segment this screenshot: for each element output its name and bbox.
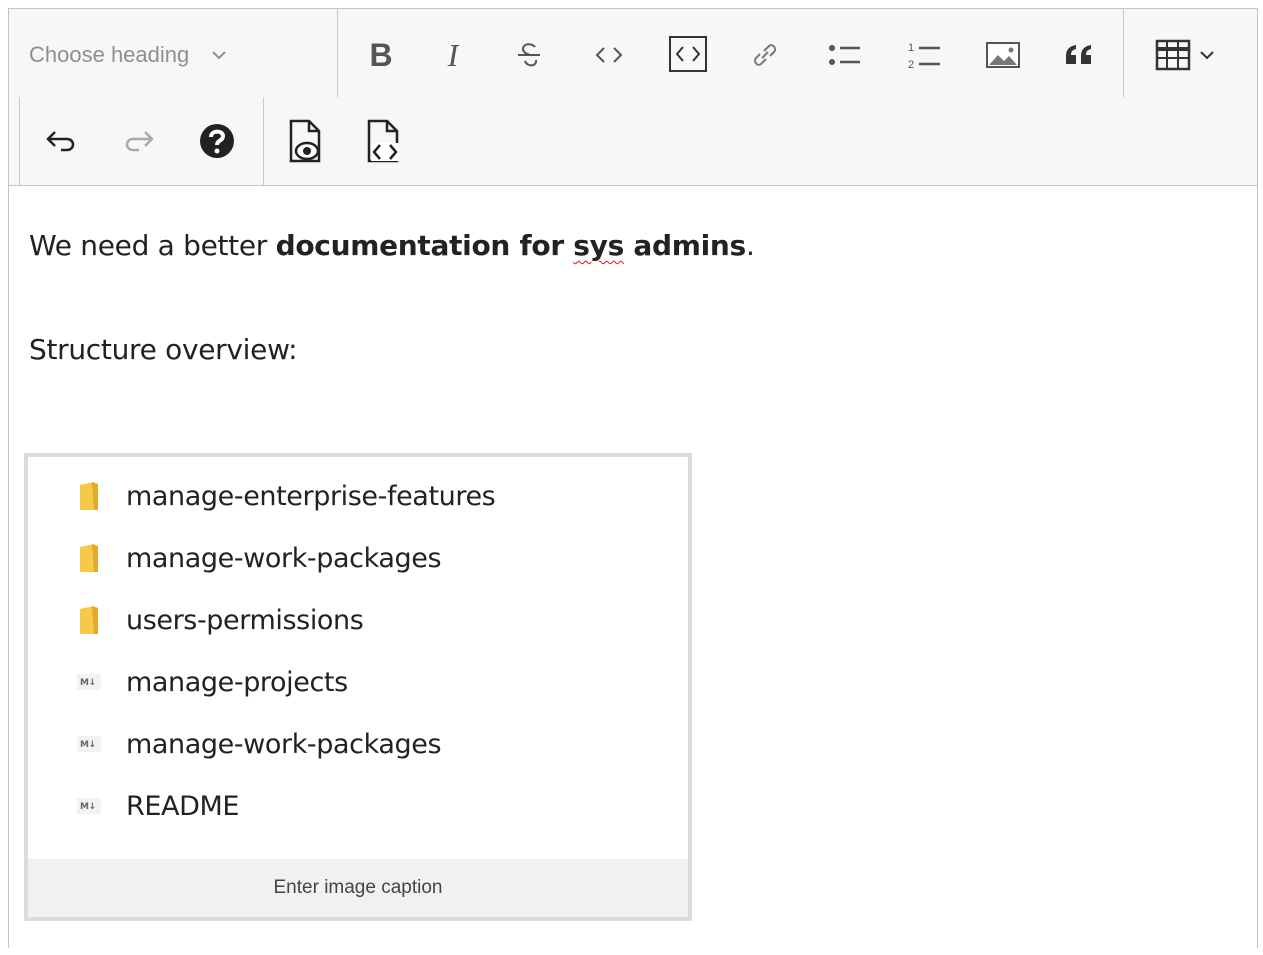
bulleted-list-button[interactable]: [823, 33, 867, 77]
preview-button[interactable]: [283, 117, 327, 165]
folder-icon: [76, 542, 102, 574]
svg-text:M↓: M↓: [80, 678, 96, 688]
italic-icon: I: [447, 36, 459, 73]
chevron-down-icon: [211, 50, 227, 60]
file-name: manage-projects: [126, 666, 348, 698]
insert-image-button[interactable]: [981, 33, 1025, 77]
strikethrough-button[interactable]: [507, 33, 551, 77]
undo-button[interactable]: [39, 119, 83, 163]
code-block-icon: [669, 36, 707, 72]
undo-icon: [46, 131, 75, 152]
toolbar-separator: [1123, 9, 1124, 97]
code-icon: [595, 47, 623, 63]
file-list-item: M↓ README: [76, 784, 239, 828]
svg-text:2: 2: [908, 59, 914, 71]
inline-code-button[interactable]: [587, 33, 631, 77]
file-list-item: users-permissions: [76, 598, 364, 642]
file-list-item: manage-enterprise-features: [76, 474, 496, 518]
svg-text:1: 1: [908, 42, 914, 54]
image-figure[interactable]: manage-enterprise-features manage-work-pa…: [24, 453, 692, 921]
preview-icon: [289, 119, 321, 163]
file-name: manage-work-packages: [126, 728, 442, 760]
numbered-list-button[interactable]: 1 2: [903, 33, 947, 77]
table-icon: [1155, 39, 1191, 71]
rich-text-editor: Choose heading B I 1 2 We need a better …: [8, 8, 1258, 948]
blockquote-button[interactable]: [1057, 33, 1101, 77]
numbered-list-icon: 1 2: [908, 42, 940, 71]
image-caption-input[interactable]: Enter image caption: [28, 859, 688, 917]
chevron-down-icon: [1200, 51, 1214, 60]
toolbar-separator: [263, 97, 264, 185]
paragraph-text: .: [745, 229, 755, 262]
link-button[interactable]: [743, 33, 787, 77]
markdown-file-icon: M↓: [76, 728, 102, 760]
heading-dropdown[interactable]: Choose heading: [29, 35, 299, 75]
svg-text:M↓: M↓: [80, 802, 96, 812]
misspelled-word: sys: [573, 229, 624, 262]
file-name: manage-enterprise-features: [126, 480, 496, 512]
image-icon: [986, 42, 1020, 68]
toolbar-separator: [337, 9, 338, 97]
file-list-item: M↓ manage-projects: [76, 660, 348, 704]
toolbar-separator: [19, 97, 20, 185]
quote-icon: [1066, 45, 1091, 64]
redo-button[interactable]: [117, 119, 161, 163]
bold-text-part: admins: [623, 229, 746, 262]
embedded-image: manage-enterprise-features manage-work-pa…: [28, 457, 688, 857]
folder-icon: [76, 604, 102, 636]
bold-text-part: documentation for: [275, 229, 574, 262]
redo-icon: [125, 131, 154, 152]
heading-dropdown-label: Choose heading: [29, 42, 190, 67]
strikethrough-icon: [518, 43, 540, 67]
paragraph-text: We need a better: [29, 229, 276, 262]
code-block-button[interactable]: [665, 31, 711, 77]
svg-text:M↓: M↓: [80, 740, 96, 750]
file-name: users-permissions: [126, 604, 364, 636]
editor-content[interactable]: We need a better documentation for sys a…: [9, 185, 1257, 955]
editor-toolbar: Choose heading B I 1 2: [9, 9, 1257, 186]
insert-table-button[interactable]: [1143, 33, 1227, 77]
bold-text: documentation for sys admins: [275, 229, 747, 262]
folder-icon: [76, 480, 102, 512]
file-list-item: M↓ manage-work-packages: [76, 722, 442, 766]
markdown-file-icon: M↓: [76, 790, 102, 822]
italic-button[interactable]: I: [431, 33, 475, 77]
file-name: manage-work-packages: [126, 542, 442, 574]
help-icon: [200, 124, 234, 158]
bulleted-list-icon: [829, 45, 860, 65]
markdown-file-icon: M↓: [76, 666, 102, 698]
bold-button[interactable]: B: [359, 33, 403, 77]
source-mode-button[interactable]: [361, 117, 405, 165]
toolbar-row-2: [9, 97, 1257, 185]
link-icon: [753, 44, 777, 66]
toolbar-row-1: Choose heading B I 1 2: [9, 9, 1257, 97]
file-list-item: manage-work-packages: [76, 536, 442, 580]
file-name: README: [126, 790, 240, 822]
paragraph: Structure overview:: [29, 333, 298, 366]
help-button[interactable]: [195, 119, 239, 163]
bold-icon: B: [369, 36, 393, 73]
source-code-icon: [367, 119, 399, 163]
paragraph: We need a better documentation for sys a…: [29, 229, 755, 262]
